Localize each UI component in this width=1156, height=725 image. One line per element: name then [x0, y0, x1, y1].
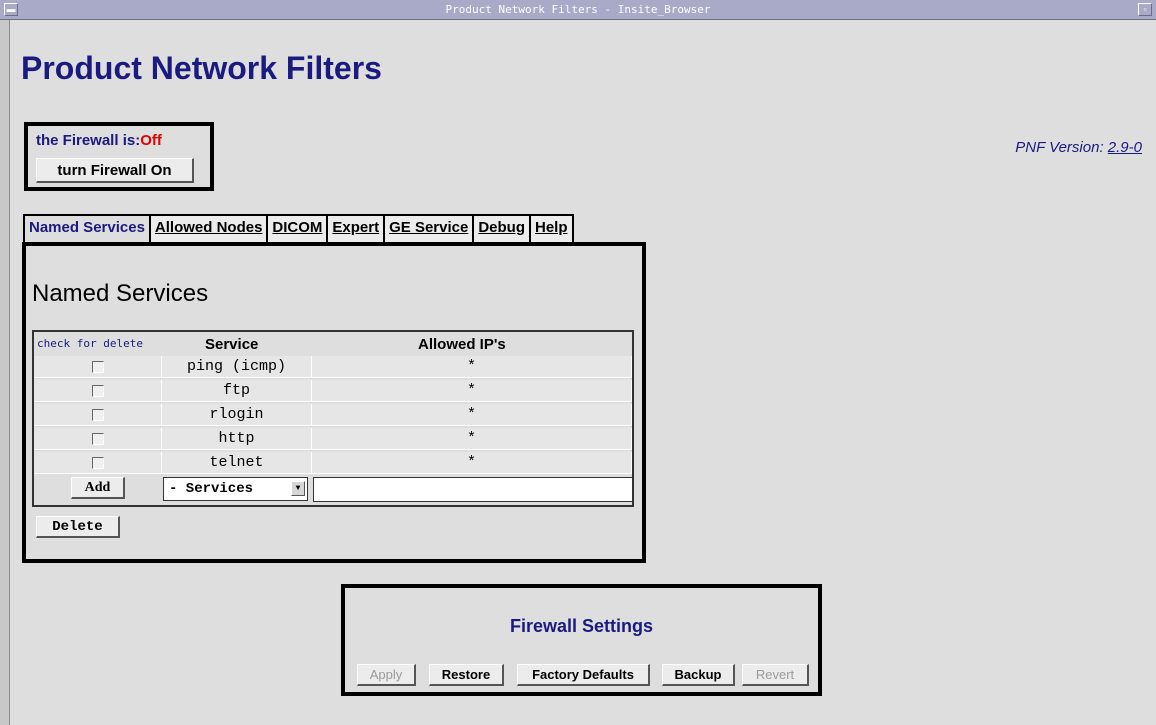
window-left-edge [0, 20, 10, 725]
allowed-ips-cell: * [312, 356, 632, 378]
window-title: Product Network Filters - Insite_Browser [445, 3, 711, 16]
allowed-ips-cell: * [312, 404, 632, 426]
firewall-status: the Firewall is:Off [36, 132, 162, 149]
window-titlebar: ▬ Product Network Filters - Insite_Brows… [0, 0, 1156, 20]
service-cell: ping (icmp) [162, 356, 312, 378]
page-title: Product Network Filters [21, 50, 382, 86]
service-cell: rlogin [162, 404, 312, 426]
toggle-firewall-button[interactable]: turn Firewall On [36, 158, 194, 183]
version-link[interactable]: 2.9-0 [1108, 139, 1142, 156]
table-row-check-cell [34, 404, 162, 426]
tab-named-services[interactable]: Named Services [23, 214, 151, 243]
tab-expert[interactable]: Expert [326, 214, 386, 243]
window-maximize-icon[interactable]: ▫ [1138, 3, 1152, 16]
delete-checkbox[interactable] [92, 385, 104, 397]
pnf-version: PNF Version: 2.9-0 [1015, 139, 1142, 156]
service-cell: http [162, 428, 312, 450]
delete-checkbox[interactable] [92, 361, 104, 373]
backup-button[interactable]: Backup [662, 664, 735, 686]
apply-button[interactable]: Apply [357, 664, 416, 686]
allowed-ips-cell: * [312, 428, 632, 450]
firewall-status-label: the Firewall is: [36, 132, 141, 149]
table-row-check-cell [34, 356, 162, 378]
delete-checkbox[interactable] [92, 433, 104, 445]
delete-checkbox[interactable] [92, 457, 104, 469]
factory-defaults-button[interactable]: Factory Defaults [517, 664, 650, 686]
tab-allowed-nodes[interactable]: Allowed Nodes [148, 214, 269, 243]
firewall-status-box: the Firewall is:Off turn Firewall On [24, 122, 214, 191]
service-cell: telnet [162, 452, 312, 474]
column-header-allowed-ips: Allowed IP's [418, 336, 506, 353]
allowed-ips-cell: * [312, 380, 632, 402]
section-heading: Named Services [32, 280, 209, 307]
dropdown-arrow-icon[interactable]: ▼ [291, 481, 305, 496]
table-row-check-cell [34, 380, 162, 402]
firewall-settings-panel: Firewall Settings Apply Restore Factory … [341, 584, 822, 696]
restore-button[interactable]: Restore [429, 664, 504, 686]
tab-dicom[interactable]: DICOM [266, 214, 329, 243]
allowed-ip-input[interactable] [313, 477, 633, 502]
tab-debug[interactable]: Debug [472, 214, 531, 243]
revert-button[interactable]: Revert [742, 664, 809, 686]
delete-checkbox[interactable] [92, 409, 104, 421]
named-services-panel: Named Services check for delete Service … [22, 242, 646, 563]
tab-bar: Named Services Allowed Nodes DICOM Exper… [23, 214, 574, 243]
version-label: PNF Version: [1015, 139, 1104, 156]
service-select-value: - Services [169, 481, 254, 497]
column-header-service: Service [205, 336, 259, 353]
column-header-check: check for delete [37, 337, 143, 350]
allowed-ips-cell: * [312, 452, 632, 474]
delete-button[interactable]: Delete [36, 516, 120, 538]
tab-help[interactable]: Help [529, 214, 574, 243]
tab-ge-service[interactable]: GE Service [383, 214, 475, 243]
settings-title: Firewall Settings [509, 616, 654, 636]
service-select[interactable]: - Services ▼ [163, 477, 308, 501]
services-table: check for delete Service Allowed IP's pi… [32, 330, 634, 507]
add-service-button[interactable]: Add [71, 477, 125, 499]
firewall-state: Off [140, 132, 162, 149]
table-row-check-cell [34, 428, 162, 450]
service-cell: ftp [162, 380, 312, 402]
table-row-check-cell [34, 452, 162, 474]
